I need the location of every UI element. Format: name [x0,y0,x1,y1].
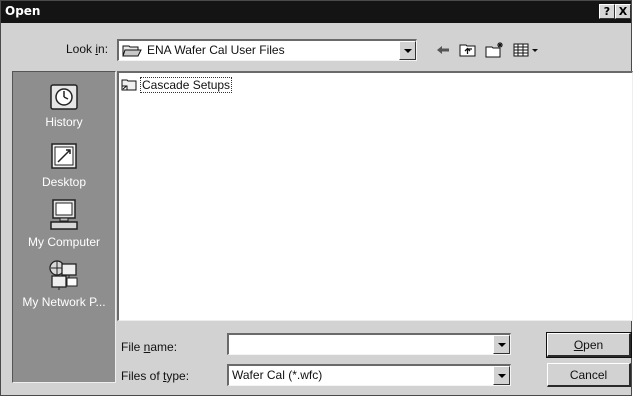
chevron-down-icon[interactable] [493,366,510,385]
close-button[interactable]: X [615,4,631,19]
place-my-network[interactable]: My Network P... [13,258,115,309]
file-type-label: Files of type: [121,369,190,383]
network-places-icon [49,260,78,290]
place-desktop[interactable]: Desktop [13,140,115,189]
title-bar[interactable]: Open ? X [1,1,631,23]
places-bar: History Desktop My Computer My Network P… [12,71,116,383]
chevron-down-icon[interactable] [493,335,510,354]
new-folder-icon[interactable] [485,41,505,59]
back-arrow-icon[interactable] [435,41,451,59]
place-label: History [45,115,83,129]
place-label: My Network P... [22,295,106,309]
folder-icon [121,79,137,91]
look-in-value: ENA Wafer Cal User Files [147,43,285,57]
open-button[interactable]: Open [546,332,632,358]
place-history[interactable]: History [13,82,115,129]
up-one-level-icon[interactable] [459,41,477,59]
place-my-computer[interactable]: My Computer [13,198,115,249]
open-dialog: Open ? X Look in: ENA Wafer Cal User Fil… [0,0,633,396]
chevron-down-icon[interactable] [399,41,416,60]
my-computer-icon [50,199,78,230]
file-type-value: Wafer Cal (*.wfc) [232,368,323,382]
view-menu-icon[interactable] [513,41,543,59]
help-button[interactable]: ? [599,4,615,19]
history-icon [50,84,78,110]
place-label: My Computer [27,235,101,249]
file-list[interactable]: Cascade Setups [117,71,633,321]
file-name-input[interactable] [227,333,511,355]
file-type-dropdown[interactable]: Wafer Cal (*.wfc) [227,364,511,386]
dialog-title: Open [5,4,41,18]
open-folder-icon [122,44,142,61]
look-in-dropdown[interactable]: ENA Wafer Cal User Files [117,39,417,61]
look-in-label: Look in: [66,42,109,56]
file-name-label: Cascade Setups [140,77,233,93]
place-label: Desktop [41,175,87,189]
cancel-button[interactable]: Cancel [547,363,631,387]
desktop-icon [51,143,77,169]
file-name-label: File name: [121,340,178,354]
